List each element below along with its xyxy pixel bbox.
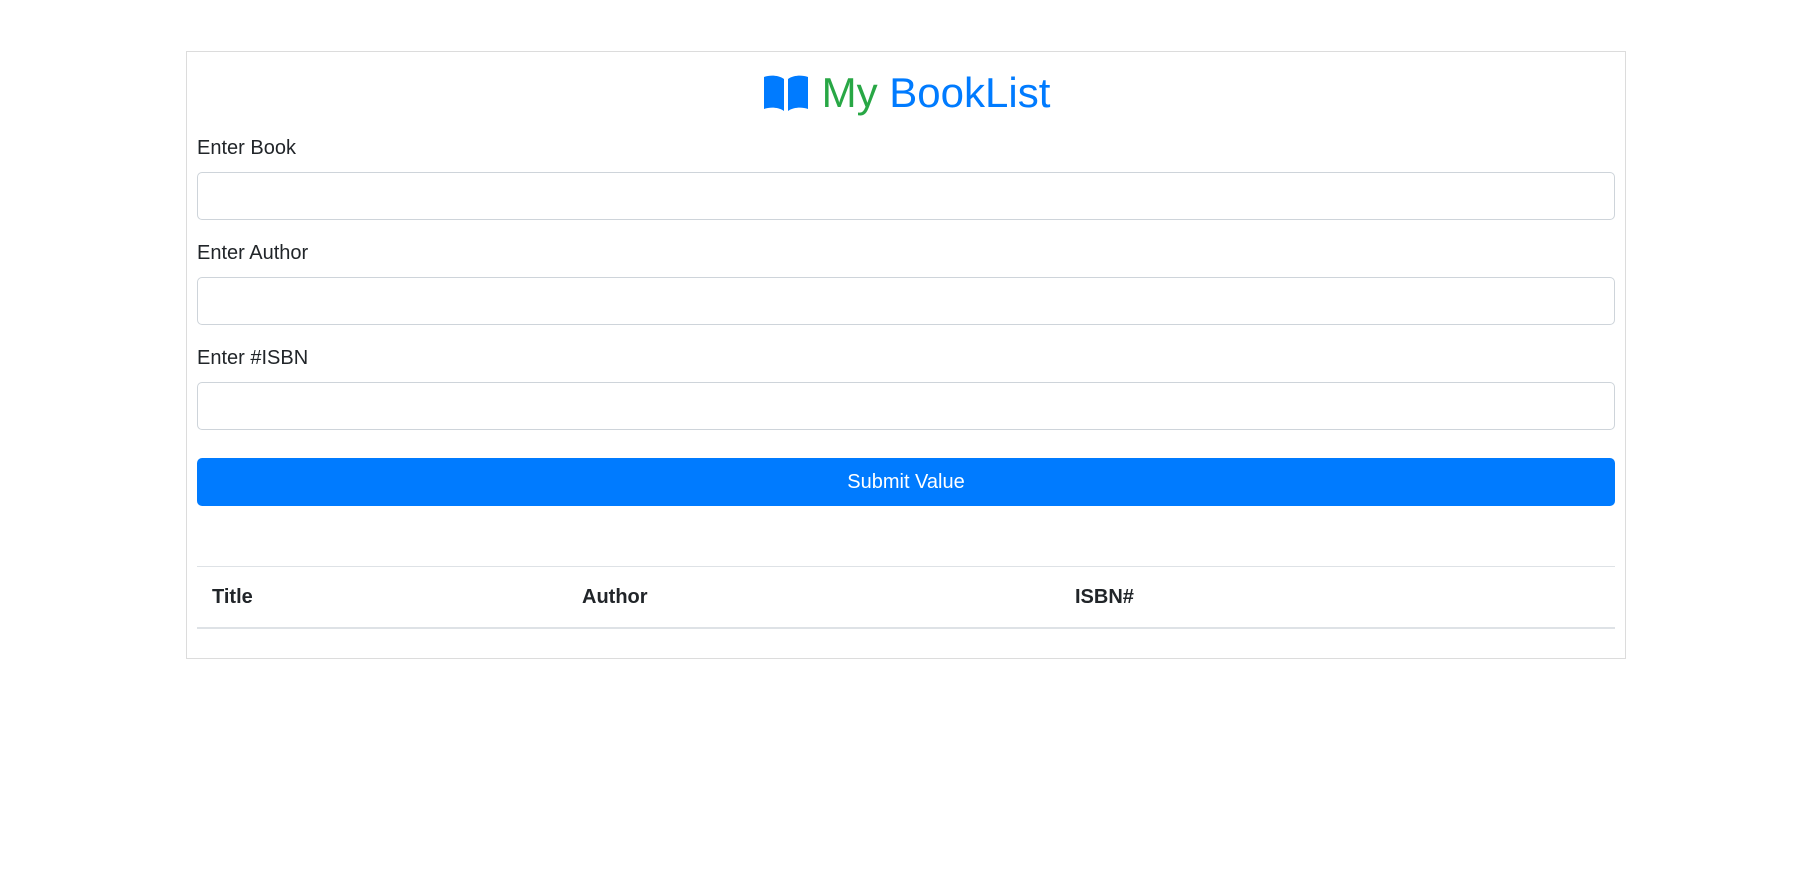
isbn-label: Enter #ISBN <box>197 347 309 369</box>
isbn-input[interactable] <box>197 382 1615 430</box>
book-form: Enter Book Enter Author Enter #ISBN <box>197 136 1615 454</box>
title-my: My <box>821 69 878 116</box>
book-field-group: Enter Book <box>197 136 1615 220</box>
open-book-icon <box>762 73 810 113</box>
isbn-field-group: Enter #ISBN <box>197 346 1615 430</box>
booklist-card: My BookList Enter Book Enter Author Ente… <box>186 51 1626 659</box>
header-title: Title <box>197 566 567 629</box>
app-title: My BookList <box>187 68 1625 118</box>
table-header-row: Title Author ISBN# <box>197 566 1615 629</box>
book-table: Title Author ISBN# <box>197 566 1615 629</box>
author-input[interactable] <box>197 277 1615 325</box>
header-author: Author <box>567 566 1060 629</box>
book-table-wrapper: Title Author ISBN# <box>197 566 1615 629</box>
book-label: Enter Book <box>197 137 296 159</box>
book-input[interactable] <box>197 172 1615 220</box>
author-label: Enter Author <box>197 242 309 264</box>
author-field-group: Enter Author <box>197 241 1615 325</box>
title-booklist: BookList <box>889 69 1051 116</box>
header-isbn: ISBN# <box>1060 566 1615 629</box>
submit-button[interactable]: Submit Value <box>197 458 1615 506</box>
